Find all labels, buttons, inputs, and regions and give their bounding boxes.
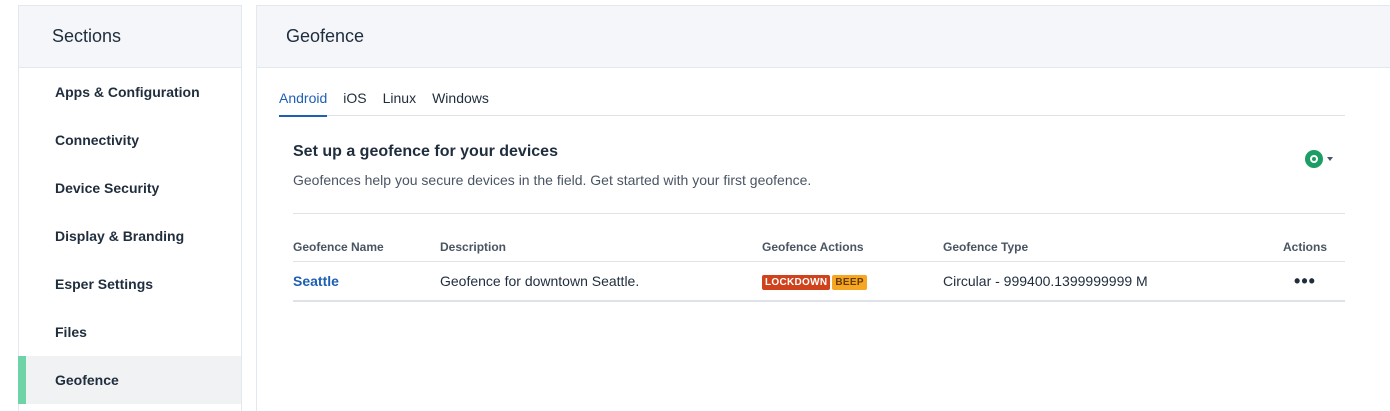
table-header: Geofence Name Description Geofence Actio… <box>293 232 1345 262</box>
header-geofence-name: Geofence Name <box>293 239 384 254</box>
sidebar-item-device-security[interactable]: Device Security <box>19 164 241 212</box>
chevron-down-icon <box>1327 157 1333 161</box>
header-actions: Actions <box>1282 239 1327 254</box>
sidebar-item-esper-settings[interactable]: Esper Settings <box>19 260 241 308</box>
tab-windows[interactable]: Windows <box>432 80 489 116</box>
tab-linux[interactable]: Linux <box>383 80 416 116</box>
tab-android[interactable]: Android <box>279 80 328 117</box>
geofence-name-link[interactable]: Seattle <box>293 273 339 289</box>
header-geofence-type: Geofence Type <box>943 239 1029 254</box>
sidebar-item-apps-configuration[interactable]: Apps & Configuration <box>19 68 241 116</box>
geofence-actions-cell: LOCKDOWN BEEP <box>762 272 943 290</box>
geofence-description: Geofence for downtown Seattle. <box>440 273 640 289</box>
header-geofence-actions: Geofence Actions <box>762 239 864 254</box>
page-title: Geofence <box>257 6 1390 68</box>
beep-badge: BEEP <box>832 275 867 290</box>
header-description: Description <box>440 239 507 254</box>
platform-tabs: Android iOS Linux Windows <box>279 80 1345 117</box>
sidebar-item-display-branding[interactable]: Display & Branding <box>19 212 241 260</box>
card-subtitle: Geofences help you secure devices in the… <box>293 172 812 188</box>
more-actions-icon[interactable]: ••• <box>1294 271 1316 291</box>
add-geofence-dropdown[interactable] <box>1305 149 1335 169</box>
sidebar-item-geofence[interactable]: Geofence <box>18 356 241 404</box>
card-title: Set up a geofence for your devices <box>293 143 558 160</box>
lockdown-badge: LOCKDOWN <box>762 275 831 290</box>
sections-sidebar: Sections Apps & Configuration Connectivi… <box>18 5 242 411</box>
table-row: Seattle Geofence for downtown Seattle. L… <box>293 262 1345 302</box>
geofence-table: Geofence Name Description Geofence Actio… <box>293 232 1345 302</box>
sidebar-title: Sections <box>19 6 241 68</box>
divider <box>293 213 1345 214</box>
sidebar-item-files[interactable]: Files <box>19 308 241 356</box>
geofence-type: Circular - 999400.1399999999 M <box>943 273 1148 289</box>
sidebar-list: Apps & Configuration Connectivity Device… <box>18 68 241 404</box>
sidebar-item-connectivity[interactable]: Connectivity <box>19 116 241 164</box>
geofence-panel: Geofence Android iOS Linux Windows Set u… <box>256 5 1390 411</box>
add-circle-icon <box>1305 150 1323 168</box>
tab-ios[interactable]: iOS <box>343 80 366 116</box>
